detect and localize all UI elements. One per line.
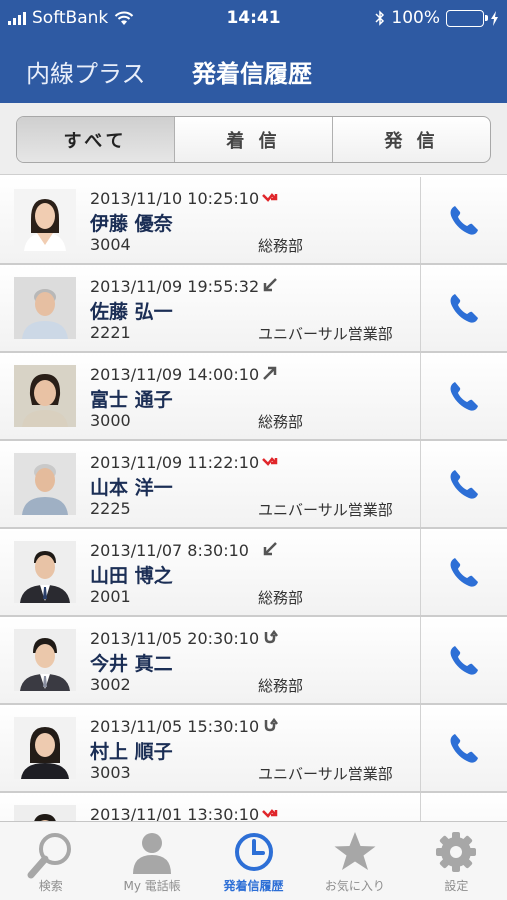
contact-name: 村上 順子 <box>90 741 173 763</box>
department: 総務部 <box>258 677 304 695</box>
battery-percent: 100% <box>391 8 440 28</box>
tab-settings[interactable]: 設定 <box>406 822 507 900</box>
list-item[interactable]: 2013/11/09 14:00:10 富士 通子 3000 総務部 <box>0 353 507 441</box>
call-datetime: 2013/11/09 11:22:10 <box>90 453 260 472</box>
tab-search[interactable]: 検索 <box>0 822 101 900</box>
call-history-list: 2013/11/10 10:25:10 伊藤 優奈 3004 総務部 2013/… <box>0 177 507 821</box>
transfer-call-icon <box>264 629 278 644</box>
segment-all[interactable]: すべて <box>17 117 175 162</box>
list-item[interactable]: 2013/11/05 20:30:10 今井 真二 3002 総務部 <box>0 617 507 705</box>
tab-label: 設定 <box>444 879 469 893</box>
tab-label: 発着信履歴 <box>223 879 284 893</box>
tab-call-history[interactable]: 発着信履歴 <box>203 822 304 900</box>
page-title: 発着信履歴 <box>192 60 312 88</box>
search-icon <box>27 833 71 879</box>
missed-call-icon <box>262 457 278 466</box>
contact-name: 山本 洋一 <box>90 477 173 499</box>
segment-outgoing[interactable]: 発 信 <box>333 117 490 162</box>
contact-person-icon <box>133 833 172 874</box>
call-button[interactable] <box>420 617 507 703</box>
avatar <box>14 629 76 691</box>
department: ユニバーサル営業部 <box>258 325 393 343</box>
gear-icon <box>436 832 477 872</box>
avatar <box>14 805 76 821</box>
call-button[interactable] <box>420 177 507 263</box>
filter-segmented-control: すべて 着 信 発 信 <box>16 116 491 163</box>
avatar <box>14 277 76 339</box>
tab-bar: 検索 My 電話帳 発着信履歴 お気に入り 設定 <box>0 821 507 900</box>
status-right: 100% <box>375 8 499 28</box>
filter-bar: すべて 着 信 発 信 <box>0 103 507 175</box>
department: 総務部 <box>258 413 304 431</box>
phone-icon <box>450 294 478 323</box>
missed-call-icon <box>262 193 278 202</box>
call-datetime: 2013/11/09 14:00:10 <box>90 365 260 384</box>
avatar <box>14 453 76 515</box>
avatar <box>14 717 76 779</box>
list-item[interactable]: 2013/11/09 19:55:32 佐藤 弘一 2221 ユニバーサル営業部 <box>0 265 507 353</box>
call-button[interactable] <box>420 265 507 351</box>
call-button[interactable] <box>420 793 507 821</box>
contact-name: 佐藤 弘一 <box>90 301 173 323</box>
app-name: 内線プラス <box>26 60 146 88</box>
incoming-call-icon <box>263 542 277 556</box>
extension-number: 2225 <box>90 499 131 518</box>
list-item[interactable]: 2013/11/01 13:30:10 <box>0 793 507 821</box>
contact-name: 富士 通子 <box>90 389 173 411</box>
bluetooth-icon <box>375 10 385 26</box>
contact-name: 山田 博之 <box>90 565 173 587</box>
phone-icon <box>450 470 478 499</box>
call-button[interactable] <box>420 705 507 791</box>
list-item[interactable]: 2013/11/09 11:22:10 山本 洋一 2225 ユニバーサル営業部 <box>0 441 507 529</box>
call-button[interactable] <box>420 353 507 439</box>
call-datetime: 2013/11/07 8:30:10 <box>90 541 249 560</box>
tab-my-phonebook[interactable]: My 電話帳 <box>101 822 202 900</box>
clock-icon <box>234 833 273 871</box>
avatar <box>14 189 76 251</box>
avatar <box>14 365 76 427</box>
phone-icon <box>450 382 478 411</box>
call-datetime: 2013/11/05 15:30:10 <box>90 717 260 736</box>
tab-label: お気に入り <box>324 879 385 893</box>
list-item[interactable]: 2013/11/05 15:30:10 村上 順子 3003 ユニバーサル営業部 <box>0 705 507 793</box>
tab-label: My 電話帳 <box>123 879 181 893</box>
battery-icon <box>446 9 488 27</box>
phone-icon <box>450 646 478 675</box>
call-button[interactable] <box>420 441 507 527</box>
navigation-header: SoftBank 14:41 100% 内線プラス 発着信履歴 <box>0 0 507 103</box>
call-datetime: 2013/11/01 13:30:10 <box>90 805 260 821</box>
phone-icon <box>450 734 478 763</box>
list-item[interactable]: 2013/11/07 8:30:10 山田 博之 2001 総務部 <box>0 529 507 617</box>
segment-incoming[interactable]: 着 信 <box>175 117 333 162</box>
transfer-call-icon <box>264 717 278 732</box>
department: 総務部 <box>258 589 304 607</box>
extension-number: 2001 <box>90 587 131 606</box>
outgoing-call-icon <box>263 366 277 380</box>
status-bar: SoftBank 14:41 100% <box>0 0 507 36</box>
incoming-call-icon <box>263 278 277 292</box>
phone-icon <box>450 206 478 235</box>
tab-label: 検索 <box>38 879 63 893</box>
star-icon <box>334 832 376 870</box>
department: ユニバーサル営業部 <box>258 501 393 519</box>
contact-name: 伊藤 優奈 <box>90 213 173 235</box>
call-button[interactable] <box>420 529 507 615</box>
extension-number: 3000 <box>90 411 131 430</box>
call-datetime: 2013/11/10 10:25:10 <box>90 189 260 208</box>
department: 総務部 <box>258 237 304 255</box>
call-datetime: 2013/11/05 20:30:10 <box>90 629 260 648</box>
phone-icon <box>450 558 478 587</box>
missed-call-icon <box>262 809 278 818</box>
charging-bolt-icon <box>491 10 498 26</box>
extension-number: 3003 <box>90 763 131 782</box>
contact-name: 今井 真二 <box>90 653 173 675</box>
extension-number: 3002 <box>90 675 131 694</box>
list-item[interactable]: 2013/11/10 10:25:10 伊藤 優奈 3004 総務部 <box>0 177 507 265</box>
avatar <box>14 541 76 603</box>
tab-favorites[interactable]: お気に入り <box>304 822 405 900</box>
call-datetime: 2013/11/09 19:55:32 <box>90 277 260 296</box>
department: ユニバーサル営業部 <box>258 765 393 783</box>
extension-number: 2221 <box>90 323 131 342</box>
extension-number: 3004 <box>90 235 131 254</box>
